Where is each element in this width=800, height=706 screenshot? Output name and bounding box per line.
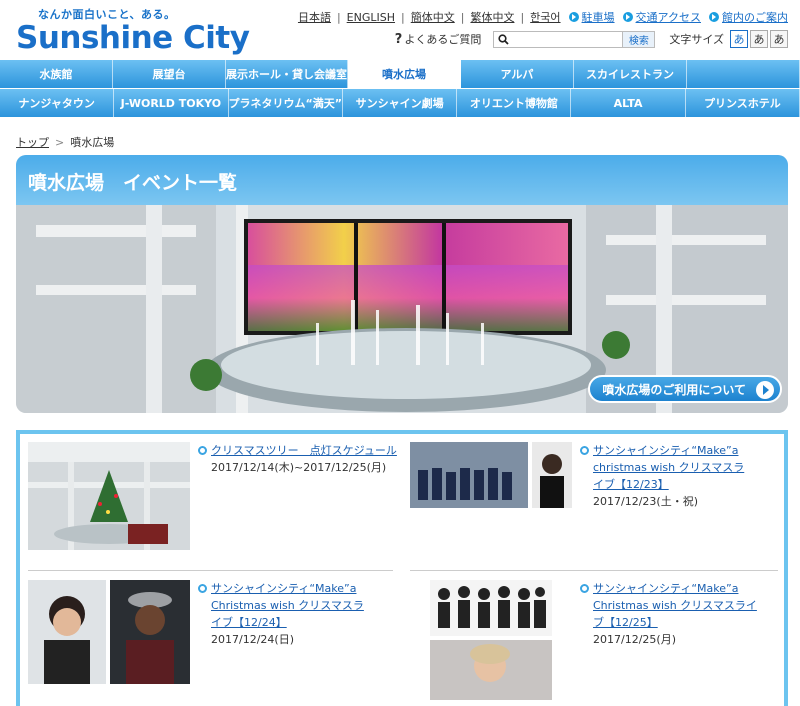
access-link[interactable]: 交通アクセス [622, 9, 701, 25]
page-title: 噴水広場 イベント一覧 [28, 172, 238, 194]
lang-english[interactable]: ENGLISH [347, 11, 395, 24]
event-thumbnail[interactable] [28, 442, 190, 550]
event-thumbnail[interactable] [430, 580, 552, 700]
floor-guide-link[interactable]: 館内のご案内 [709, 9, 788, 25]
header-tools: ? よくあるご質問 検索 文字サイズ あ あ あ [395, 30, 788, 48]
breadcrumb-home[interactable]: トップ [16, 134, 49, 150]
event-thumbnail[interactable] [410, 442, 572, 520]
event-title[interactable]: クリスマスツリー 点灯スケジュール [211, 442, 397, 459]
nav-item-row2-0[interactable]: ナンジャタウン [0, 89, 115, 117]
nav-item-row1-6 [687, 60, 800, 88]
event-date: 2017/12/14(木)~2017/12/25(月) [211, 461, 387, 474]
search-icon [494, 32, 512, 47]
logo-name: Sunshine City [16, 20, 250, 56]
nav-item-row1-5[interactable]: スカイレストラン [574, 60, 687, 88]
nav-item-row1-1[interactable]: 展望台 [113, 60, 226, 88]
event-thumbnail[interactable] [28, 580, 190, 694]
hero-banner: 噴水広場 イベント一覧 噴水広場のご利用について [16, 155, 788, 413]
nav-row-1: 水族館 展望台 展示ホール・貸し会議室 噴水広場 アルパ スカイレストラン [0, 60, 800, 88]
nav-item-row2-5[interactable]: ALTA [571, 89, 686, 117]
event-date: 2017/12/24(日) [211, 633, 294, 646]
font-size-switcher: 文字サイズ あ あ あ [669, 30, 788, 48]
event-title[interactable]: サンシャインシティ“Make”a Christmas wish クリスマスライブ… [211, 580, 373, 631]
event-date: 2017/12/23(土・祝) [593, 495, 698, 508]
arrow-circle-icon [568, 12, 579, 22]
nav-item-row1-4[interactable]: アルパ [461, 60, 574, 88]
event-date: 2017/12/25(月) [593, 633, 676, 646]
lang-traditional-chinese[interactable]: 繁体中文 [470, 9, 514, 25]
event-title[interactable]: サンシャインシティ“Make”a christmas wish クリスマスライブ… [593, 442, 750, 493]
bullet-icon [580, 584, 589, 593]
bullet-icon [580, 446, 589, 455]
nav-item-row2-4[interactable]: オリエント博物館 [457, 89, 572, 117]
bullet-icon [198, 584, 207, 593]
nav-row-2: ナンジャタウン J-WORLD TOKYO プラネタリウム“満天” サンシャイン劇場オ… [0, 89, 800, 117]
lang-japanese[interactable]: 日本語 [298, 9, 331, 25]
font-size-label: 文字サイズ [669, 33, 724, 46]
arrow-circle-icon [622, 12, 633, 22]
nav-item-row2-1[interactable]: J-WORLD TOKYO [114, 89, 229, 117]
bullet-icon [198, 446, 207, 455]
question-icon: ? [394, 31, 403, 47]
event-list: クリスマスツリー 点灯スケジュール 2017/12/14(木)~2017/12/… [16, 430, 788, 706]
font-size-medium[interactable]: あ [750, 30, 768, 48]
font-size-large[interactable]: あ [770, 30, 788, 48]
global-nav: 水族館 展望台 展示ホール・貸し会議室 噴水広場 アルパ スカイレストラン ナンジャタウン… [0, 60, 800, 117]
nav-item-row1-3[interactable]: 噴水広場 [348, 60, 461, 88]
faq-link[interactable]: ? よくあるご質問 [395, 31, 482, 47]
search-box: 検索 [493, 30, 656, 48]
lang-simplified-chinese[interactable]: 簡体中文 [411, 9, 455, 25]
lang-korean[interactable]: 한국어 [530, 9, 560, 25]
breadcrumb: トップ > 噴水広場 [16, 134, 114, 150]
nav-item-row1-2[interactable]: 展示ホール・貸し会議室 [226, 60, 348, 88]
chevron-right-icon: > [55, 135, 65, 149]
search-button[interactable]: 検索 [622, 31, 655, 47]
parking-link[interactable]: 駐車場 [568, 9, 615, 25]
search-input[interactable] [512, 31, 623, 47]
arrow-circle-icon [709, 12, 719, 22]
breadcrumb-current: 噴水広場 [70, 136, 115, 149]
utility-links: 日本語 | ENGLISH | 簡体中文 | 繁体中文 | 한국어 駐車場 交通… [297, 9, 788, 25]
font-size-small[interactable]: あ [730, 30, 748, 48]
fountain-usage-button[interactable]: 噴水広場のご利用について [588, 375, 782, 403]
event-title[interactable]: サンシャインシティ“Make”a Christmas wish クリスマスライブ… [593, 580, 760, 631]
nav-item-row2-3[interactable]: サンシャイン劇場 [342, 89, 458, 117]
arrow-right-icon [756, 381, 774, 399]
nav-item-row1-0[interactable]: 水族館 [0, 60, 113, 88]
nav-item-row2-6[interactable]: プリンスホテル [685, 89, 800, 117]
nav-item-row2-2[interactable]: プラネタリウム“満天” [228, 89, 343, 117]
site-logo[interactable]: なんか面白いこと、ある。 Sunshine City [16, 6, 250, 58]
